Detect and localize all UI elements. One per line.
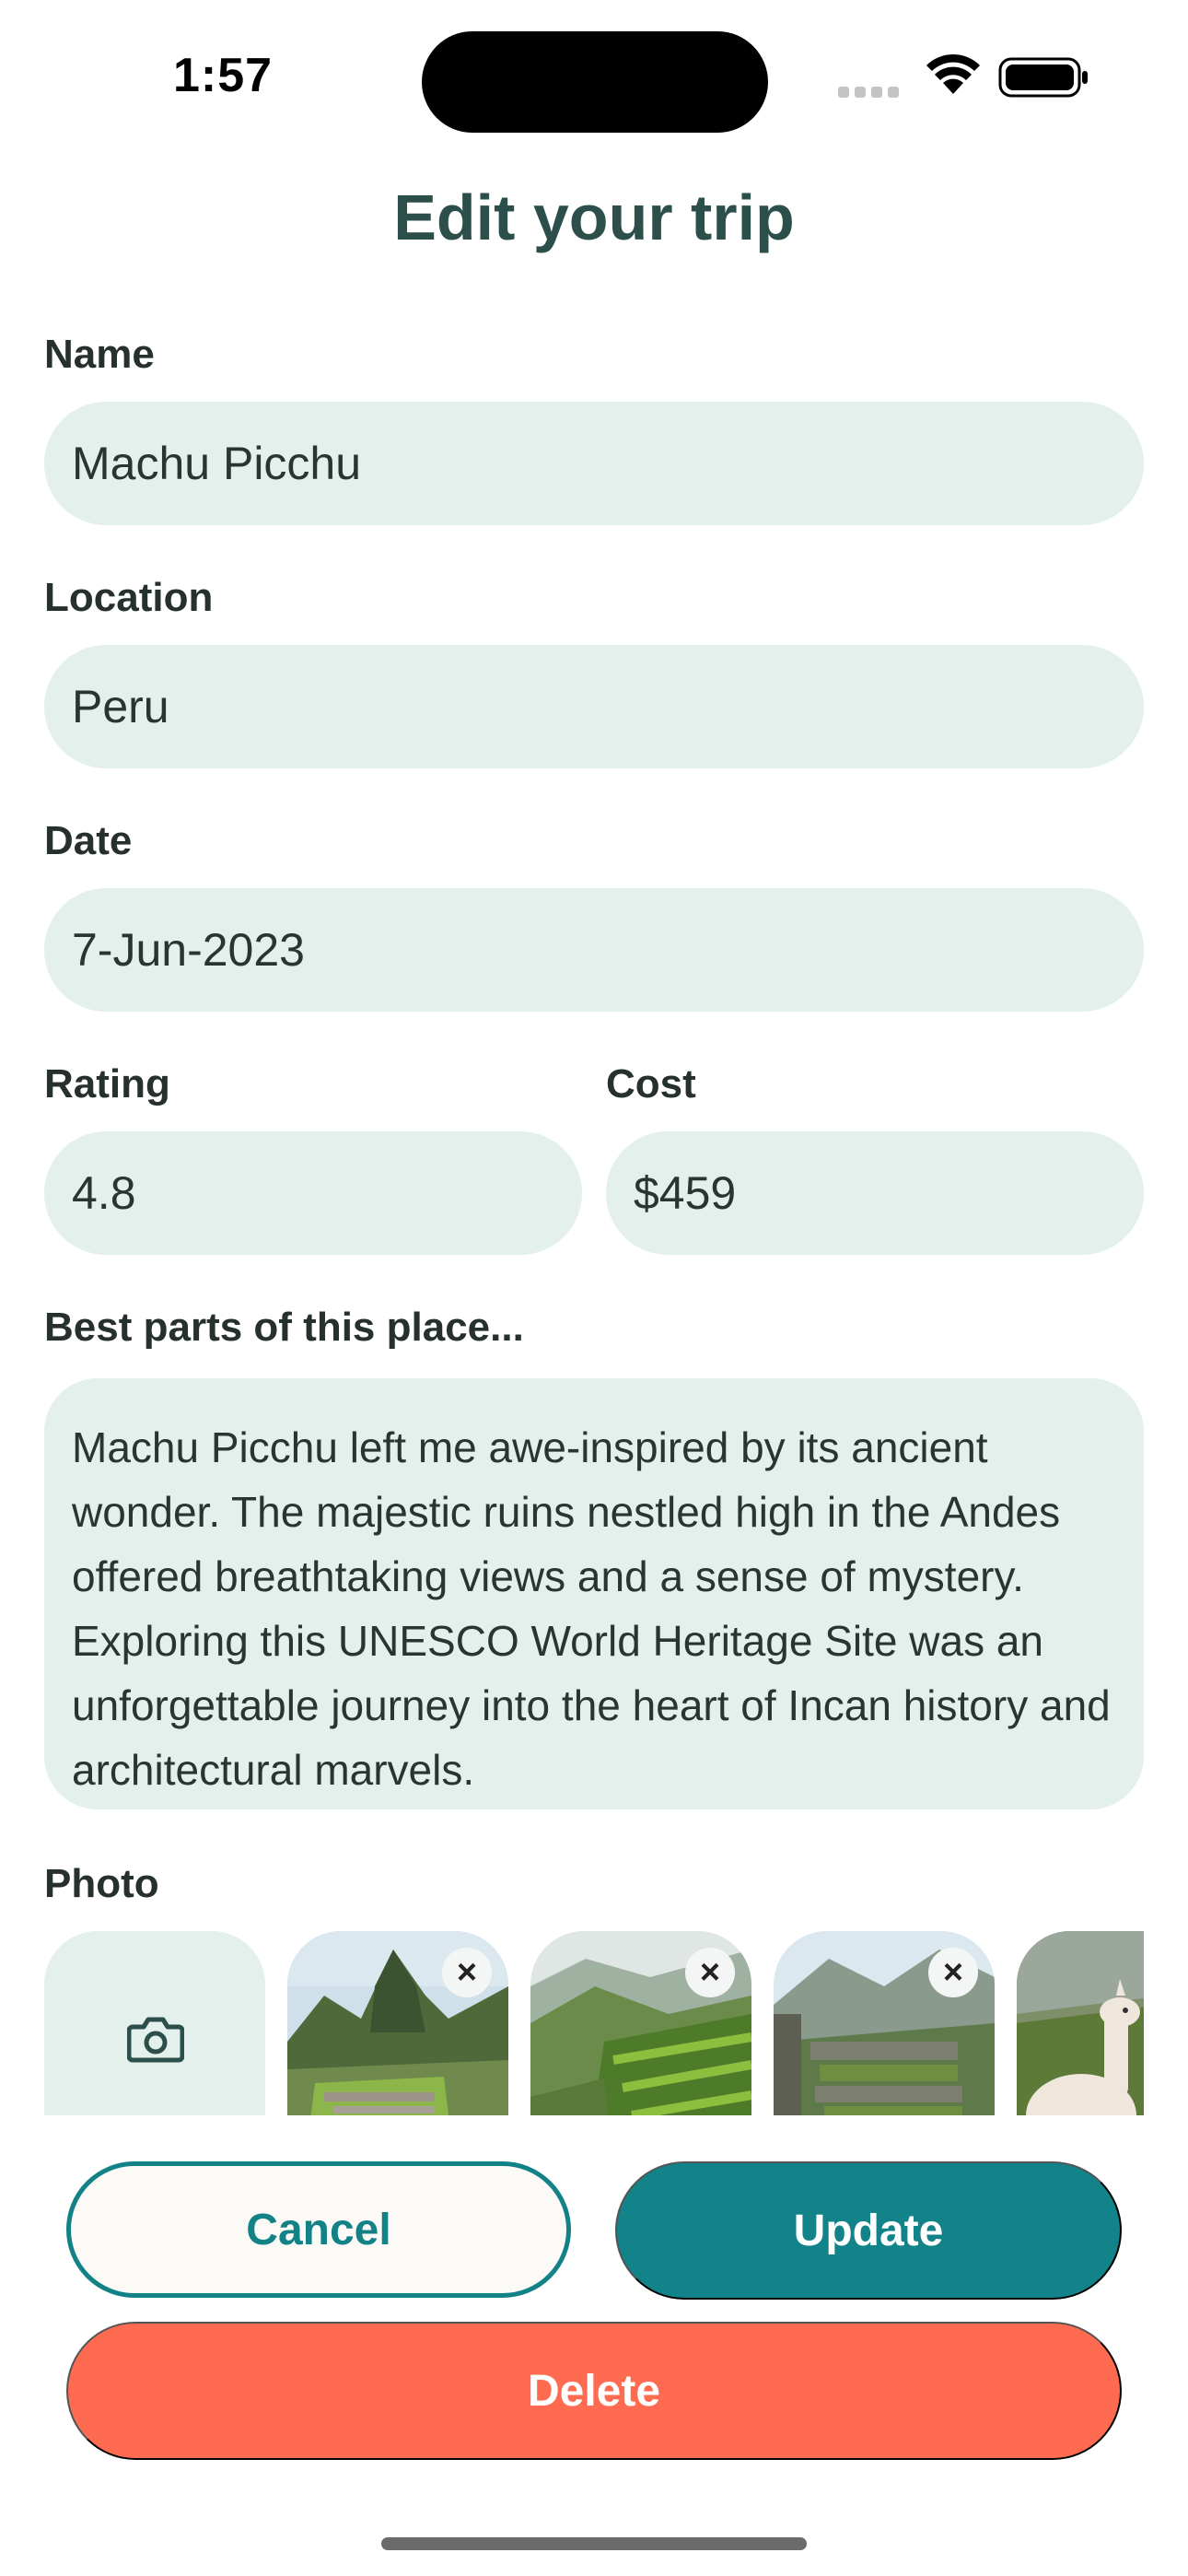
status-bar: 1:57 [0, 0, 1188, 157]
photo-thumbnail[interactable]: × [287, 1931, 508, 2115]
best-parts-label: Best parts of this place... [44, 1305, 524, 1350]
cost-input[interactable] [606, 1131, 1144, 1255]
name-input[interactable] [44, 402, 1144, 525]
add-photo-button[interactable] [44, 1931, 265, 2115]
page-title: Edit your trip [393, 181, 795, 253]
status-time: 1:57 [173, 49, 274, 102]
cost-label: Cost [606, 1061, 696, 1107]
location-label: Location [44, 575, 214, 620]
home-indicator[interactable] [381, 2537, 807, 2550]
location-input[interactable] [44, 645, 1144, 768]
rating-input[interactable] [44, 1131, 582, 1255]
photo-strip[interactable]: × × × [44, 1931, 1144, 2115]
update-button[interactable]: Update [615, 2161, 1122, 2300]
remove-photo-button[interactable]: × [928, 1948, 978, 1997]
name-label: Name [44, 332, 155, 377]
camera-icon [127, 2017, 184, 2063]
close-icon: × [942, 1953, 964, 1992]
best-parts-textarea[interactable]: Machu Picchu left me awe-inspired by its… [44, 1378, 1144, 1809]
dynamic-island [422, 31, 768, 133]
date-label: Date [44, 818, 133, 863]
date-input[interactable] [44, 888, 1144, 1012]
photo-thumbnail[interactable]: × [774, 1931, 995, 2115]
photo-thumbnail[interactable] [1017, 1931, 1144, 2115]
delete-button[interactable]: Delete [66, 2322, 1122, 2460]
wifi-icon [926, 53, 980, 94]
llama-photo [1017, 1931, 1144, 2115]
close-icon: × [699, 1953, 721, 1992]
battery-icon [998, 57, 1088, 98]
close-icon: × [456, 1953, 478, 1992]
rating-label: Rating [44, 1061, 170, 1107]
remove-photo-button[interactable]: × [685, 1948, 735, 1997]
remove-photo-button[interactable]: × [442, 1948, 492, 1997]
cancel-button[interactable]: Cancel [66, 2161, 571, 2298]
photo-label: Photo [44, 1861, 159, 1906]
photo-thumbnail[interactable]: × [530, 1931, 751, 2115]
